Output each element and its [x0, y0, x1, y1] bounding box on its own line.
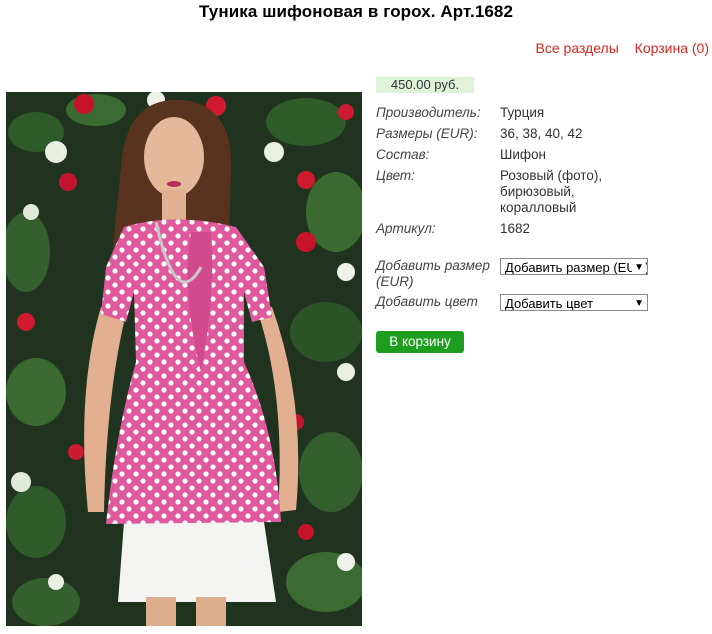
property-label: Размеры (EUR):	[376, 126, 478, 141]
size-option-row: Добавить размер (EUR) Добавить размер (E…	[376, 258, 648, 290]
property-label: Производитель:	[376, 105, 481, 120]
property-row: Размеры (EUR): 36, 38, 40, 42	[376, 126, 640, 142]
product-options: Добавить размер (EUR) Добавить размер (E…	[376, 258, 648, 311]
color-select-value: Добавить цвет	[505, 296, 594, 311]
property-value: Турция	[500, 105, 545, 120]
property-value: 36, 38, 40, 42	[500, 126, 583, 141]
property-row: Цвет: Розовый (фото), бирюзовый, коралло…	[376, 168, 640, 216]
size-option-label: Добавить размер (EUR)	[376, 258, 490, 289]
product-photo[interactable]	[6, 92, 362, 626]
color-select[interactable]: Добавить цвет ▼	[500, 294, 648, 311]
property-row: Артикул: 1682	[376, 221, 640, 237]
property-label: Артикул:	[376, 221, 436, 236]
size-select[interactable]: Добавить размер (EUR) ▼	[500, 258, 648, 275]
dropdown-arrow-icon: ▼	[632, 295, 644, 310]
top-nav: Все разделы Корзина (0)	[524, 40, 709, 56]
color-option-row: Добавить цвет Добавить цвет ▼	[376, 294, 648, 311]
price-badge: 450.00 руб.	[376, 77, 474, 93]
cart-link[interactable]: Корзина (0)	[635, 40, 709, 56]
product-photo-illustration	[6, 92, 362, 626]
page-title: Туника шифоновая в горох. Арт.1682	[198, 2, 514, 21]
property-label: Состав:	[376, 147, 430, 162]
property-value: Розовый (фото), бирюзовый, коралловый	[500, 168, 603, 215]
product-properties: Производитель: Турция Размеры (EUR): 36,…	[376, 105, 640, 242]
color-option-label: Добавить цвет	[376, 294, 478, 309]
dropdown-arrow-icon: ▼	[632, 259, 644, 274]
property-value: 1682	[500, 221, 531, 236]
property-row: Состав: Шифон	[376, 147, 640, 163]
all-sections-link[interactable]: Все разделы	[536, 40, 619, 56]
add-to-cart-button[interactable]: В корзину	[376, 331, 464, 353]
property-value: Шифон	[500, 147, 546, 162]
size-select-value: Добавить размер (EUR)	[505, 260, 648, 275]
property-row: Производитель: Турция	[376, 105, 640, 121]
property-label: Цвет:	[376, 168, 415, 183]
